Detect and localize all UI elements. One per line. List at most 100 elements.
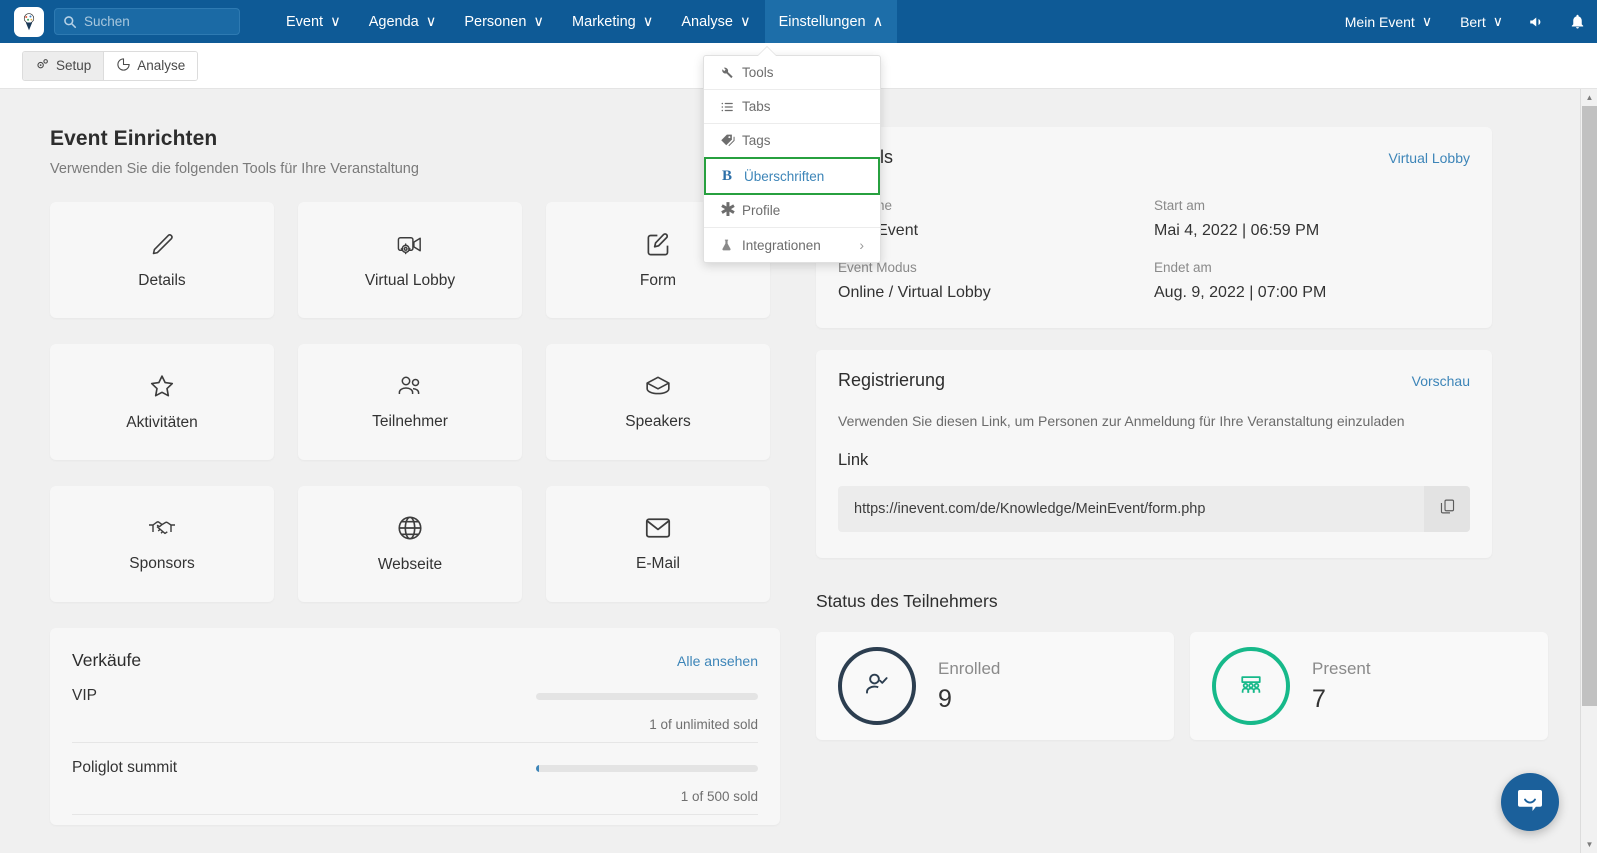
tool-card-label: E-Mail	[636, 555, 680, 572]
menu-item-profile[interactable]: ✱ Profile	[704, 194, 880, 228]
details-field-label: Vorname	[838, 198, 1154, 213]
details-field: Event Modus Online / Virtual Lobby	[838, 260, 1154, 302]
chevron-down-icon: ∨	[1421, 13, 1433, 29]
intercom-launcher-button[interactable]	[1501, 773, 1559, 831]
search-box[interactable]	[54, 8, 240, 35]
status-ring	[838, 647, 916, 725]
menu-item-tools[interactable]: Tools	[704, 56, 880, 90]
status-card-text: Enrolled 9	[938, 659, 1000, 714]
chevron-down-icon: ∨	[1492, 13, 1503, 29]
status-card-value: 9	[938, 684, 952, 713]
menu-item-label: Tabs	[742, 99, 771, 114]
wrench-icon	[720, 66, 742, 80]
chevron-down-icon: ∨	[739, 13, 751, 30]
tab-setup-label: Setup	[56, 58, 92, 73]
nav-item-event[interactable]: Event ∨	[272, 0, 355, 43]
tool-card-webseite[interactable]: Webseite	[298, 486, 522, 602]
registration-link-url[interactable]: https://inevent.com/de/Knowledge/MeinEve…	[838, 486, 1424, 532]
sales-status-text: 1 of unlimited sold	[649, 717, 758, 732]
graduation-cap-icon	[644, 373, 672, 399]
gears-icon	[35, 57, 50, 75]
details-field-label: Event Modus	[838, 260, 917, 275]
event-switcher[interactable]: Mein Event ∨	[1331, 0, 1446, 43]
nav-item-einstellungen[interactable]: Einstellungen ∧	[764, 0, 898, 43]
menu-item-label: Profile	[742, 203, 781, 218]
chevron-down-icon: ∨	[642, 13, 654, 30]
virtual-lobby-link[interactable]: Virtual Lobby	[1389, 150, 1470, 166]
tool-card-label: Webseite	[377, 556, 443, 573]
people-icon	[396, 373, 424, 399]
tool-card-sponsors[interactable]: Sponsors	[50, 486, 274, 602]
scrollbar-thumb[interactable]	[1582, 106, 1597, 706]
chat-bubble-icon	[1515, 785, 1545, 820]
details-field-value: Mein Event	[838, 222, 919, 239]
registration-link-row: https://inevent.com/de/Knowledge/MeinEve…	[838, 486, 1470, 532]
bell-icon[interactable]	[1557, 0, 1597, 43]
sales-view-all-link[interactable]: Alle ansehen	[677, 653, 758, 669]
event-switcher-label: Mein Event	[1344, 13, 1415, 30]
details-field: Vorname Mein Event	[838, 198, 1154, 240]
list-icon	[720, 100, 742, 114]
details-field-label: Endet am	[1154, 260, 1212, 275]
nav-label: Personen	[464, 13, 527, 30]
tool-card-label: Aktivitäten	[126, 414, 198, 431]
pie-chart-icon	[116, 57, 131, 75]
right-column: Details Virtual Lobby Vorname Mein Event…	[780, 127, 1548, 825]
sales-ticket-name: VIP	[72, 687, 97, 704]
nav-item-personen[interactable]: Personen ∨	[450, 0, 558, 43]
copy-link-button[interactable]	[1424, 486, 1470, 532]
tool-card-teilnehmer[interactable]: Teilnehmer	[298, 344, 522, 460]
status-card-label: Enrolled	[938, 658, 1001, 678]
details-field-grid: Vorname Mein Event Start am Mai 4, 2022 …	[838, 198, 1470, 302]
menu-item-label: Integrationen	[742, 237, 821, 253]
tab-analyse[interactable]: Analyse	[103, 51, 198, 80]
tool-card-aktivitaeten[interactable]: Aktivitäten	[50, 344, 274, 460]
sales-title: Verkäufe	[72, 650, 142, 670]
menu-item-integrationen[interactable]: Integrationen ›	[704, 228, 880, 262]
registration-title: Registrierung	[838, 370, 946, 390]
nav-label: Event	[286, 13, 324, 30]
details-field-value: Mai 4, 2022 | 06:59 PM	[1154, 222, 1320, 239]
nav-label: Marketing	[572, 13, 636, 30]
page-title: Event Einrichten	[50, 127, 218, 150]
user-menu[interactable]: Bert ∨	[1446, 0, 1517, 43]
nav-item-marketing[interactable]: Marketing ∨	[558, 0, 667, 43]
status-card-present[interactable]: Present 7	[1190, 632, 1548, 740]
menu-item-ueberschriften[interactable]: B Überschriften	[704, 157, 880, 195]
nav-item-analyse[interactable]: Analyse ∨	[667, 0, 764, 43]
scroll-down-arrow[interactable]: ▼	[1581, 836, 1597, 853]
top-navbar: Event ∨ Agenda ∨ Personen ∨ Marketing ∨ …	[0, 0, 1597, 43]
envelope-icon	[644, 515, 672, 541]
registration-panel: Registrierung Vorschau Verwenden Sie die…	[816, 350, 1492, 558]
nav-item-agenda[interactable]: Agenda ∨	[355, 0, 451, 43]
sales-row-top: VIP	[72, 687, 758, 705]
scroll-up-arrow[interactable]: ▲	[1581, 89, 1597, 106]
registration-preview-link[interactable]: Vorschau	[1412, 373, 1470, 389]
tool-card-virtual-lobby[interactable]: Virtual Lobby	[298, 202, 522, 318]
pencil-icon	[149, 231, 176, 258]
page-scrollbar[interactable]: ▲ ▼	[1580, 89, 1597, 853]
primary-nav: Event ∨ Agenda ∨ Personen ∨ Marketing ∨ …	[272, 0, 898, 43]
search-input[interactable]	[84, 14, 231, 29]
tool-card-label: Virtual Lobby	[364, 271, 456, 289]
details-panel: Details Virtual Lobby Vorname Mein Event…	[816, 127, 1492, 328]
details-field-label: Start am	[1154, 198, 1206, 213]
tool-card-details[interactable]: Details	[50, 202, 274, 318]
menu-item-tags[interactable]: Tags	[704, 124, 880, 158]
nav-label: Einstellungen	[778, 13, 866, 30]
tool-card-speakers[interactable]: Speakers	[546, 344, 770, 460]
sales-row-top: Poliglot summit	[72, 759, 758, 777]
registration-description: Verwenden Sie diesen Link, um Personen z…	[838, 413, 1405, 429]
app-logo[interactable]	[14, 6, 44, 37]
asterisk-icon: ✱	[720, 200, 736, 221]
status-cards-row: Enrolled 9 Present 7	[816, 632, 1548, 740]
megaphone-icon[interactable]	[1517, 0, 1557, 43]
tool-card-email[interactable]: E-Mail	[546, 486, 770, 602]
tab-setup[interactable]: Setup	[23, 51, 104, 80]
einstellungen-dropdown-menu: Tools Tabs Tags B Überschriften ✱ Profil…	[703, 55, 881, 263]
tool-card-label: Form	[639, 271, 677, 289]
status-card-enrolled[interactable]: Enrolled 9	[816, 632, 1174, 740]
menu-item-tabs[interactable]: Tabs	[704, 90, 880, 124]
logo-glyph	[23, 12, 35, 30]
copy-icon	[1439, 498, 1456, 520]
